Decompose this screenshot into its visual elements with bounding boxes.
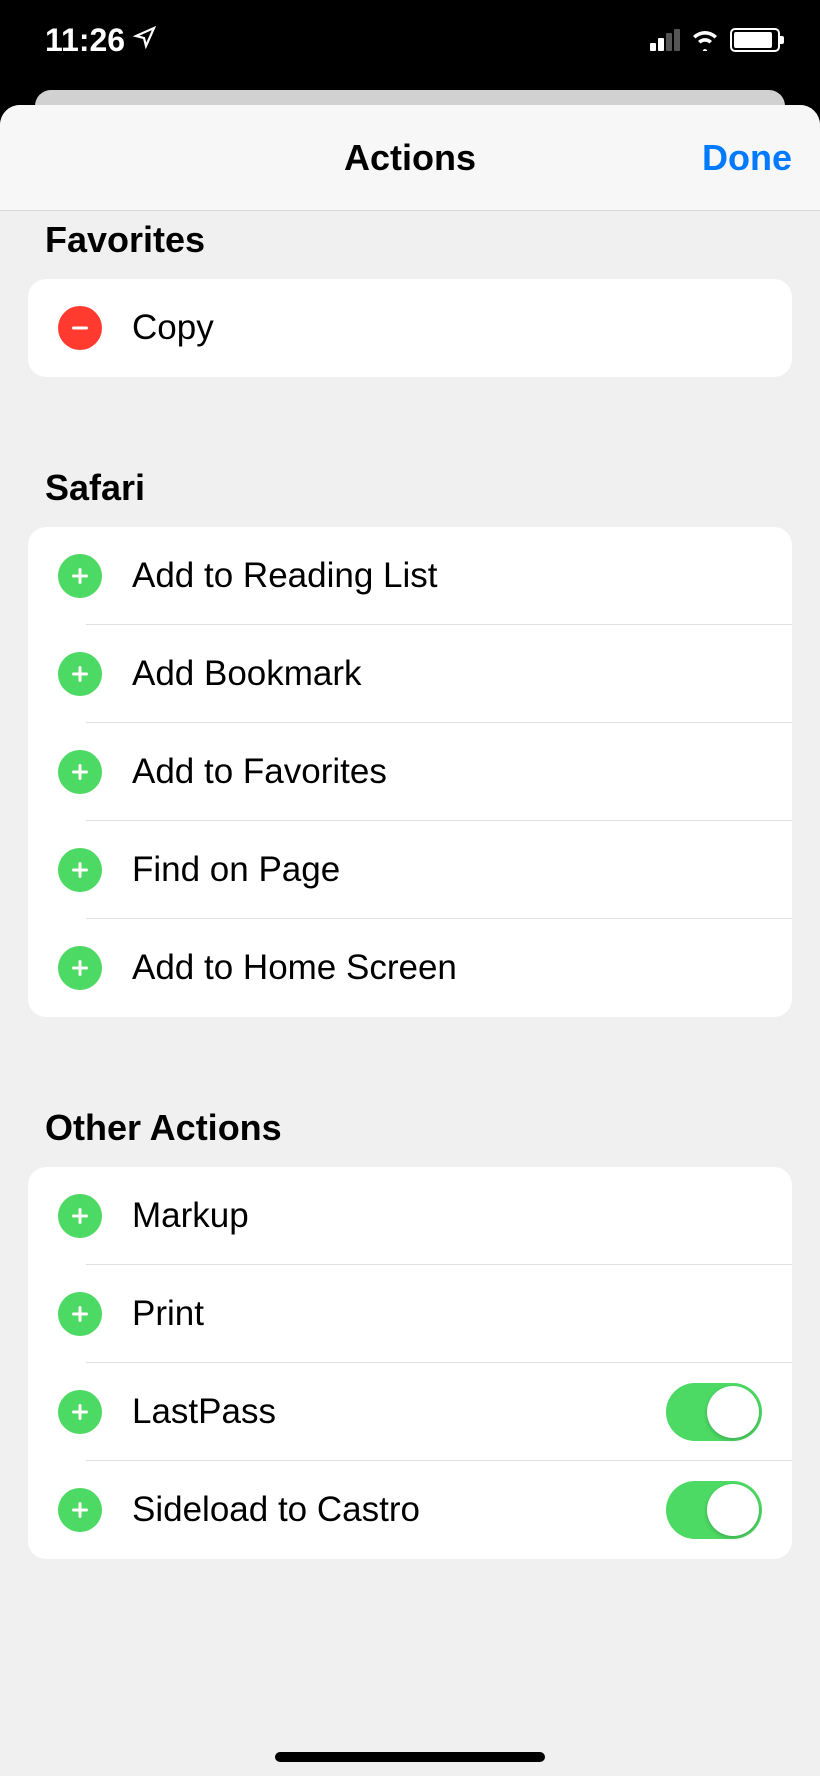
section-header-safari: Safari <box>0 377 820 527</box>
section-header-favorites: Favorites <box>0 211 820 279</box>
row-label: LastPass <box>132 1392 666 1432</box>
wifi-icon <box>690 29 720 51</box>
list-item[interactable]: Markup <box>28 1167 792 1265</box>
cellular-icon <box>650 29 680 51</box>
location-icon <box>133 25 157 56</box>
section-header-other: Other Actions <box>0 1017 820 1167</box>
row-label: Add to Reading List <box>132 556 762 596</box>
list-item[interactable]: Copy <box>28 279 792 377</box>
toggle-switch[interactable] <box>666 1383 762 1441</box>
safari-list: Add to Reading List Add Bookmark Add to … <box>28 527 792 1017</box>
add-icon[interactable] <box>58 1390 102 1434</box>
row-label: Print <box>132 1294 762 1334</box>
favorites-list: Copy <box>28 279 792 377</box>
other-actions-list: Markup Print LastPass Sideload to Cast <box>28 1167 792 1559</box>
status-bar: 11:26 <box>0 0 820 90</box>
row-label: Add to Home Screen <box>132 948 762 988</box>
list-item[interactable]: Find on Page <box>28 821 792 919</box>
add-icon[interactable] <box>58 554 102 598</box>
list-item[interactable]: Add to Favorites <box>28 723 792 821</box>
row-label: Add to Favorites <box>132 752 762 792</box>
time-text: 11:26 <box>45 22 125 59</box>
content: Favorites Copy Safari Add to Reading Lis… <box>0 211 820 1559</box>
done-button[interactable]: Done <box>702 137 792 179</box>
battery-icon <box>730 28 780 52</box>
row-label: Find on Page <box>132 850 762 890</box>
list-item[interactable]: Print <box>28 1265 792 1363</box>
sheet-header: Actions Done <box>0 105 820 211</box>
status-right <box>650 28 780 52</box>
list-item[interactable]: Add Bookmark <box>28 625 792 723</box>
actions-sheet: Actions Done Favorites Copy Safari Add t… <box>0 105 820 1776</box>
row-label: Add Bookmark <box>132 654 762 694</box>
add-icon[interactable] <box>58 1292 102 1336</box>
list-item[interactable]: Sideload to Castro <box>28 1461 792 1559</box>
list-item[interactable]: Add to Home Screen <box>28 919 792 1017</box>
sheet-title: Actions <box>344 137 476 179</box>
row-label: Sideload to Castro <box>132 1490 666 1530</box>
add-icon[interactable] <box>58 946 102 990</box>
row-label: Markup <box>132 1196 762 1236</box>
toggle-switch[interactable] <box>666 1481 762 1539</box>
row-label: Copy <box>132 308 762 348</box>
remove-icon[interactable] <box>58 306 102 350</box>
home-indicator[interactable] <box>275 1752 545 1762</box>
add-icon[interactable] <box>58 1194 102 1238</box>
add-icon[interactable] <box>58 652 102 696</box>
list-item[interactable]: Add to Reading List <box>28 527 792 625</box>
status-time: 11:26 <box>45 22 157 59</box>
list-item[interactable]: LastPass <box>28 1363 792 1461</box>
add-icon[interactable] <box>58 848 102 892</box>
add-icon[interactable] <box>58 750 102 794</box>
add-icon[interactable] <box>58 1488 102 1532</box>
